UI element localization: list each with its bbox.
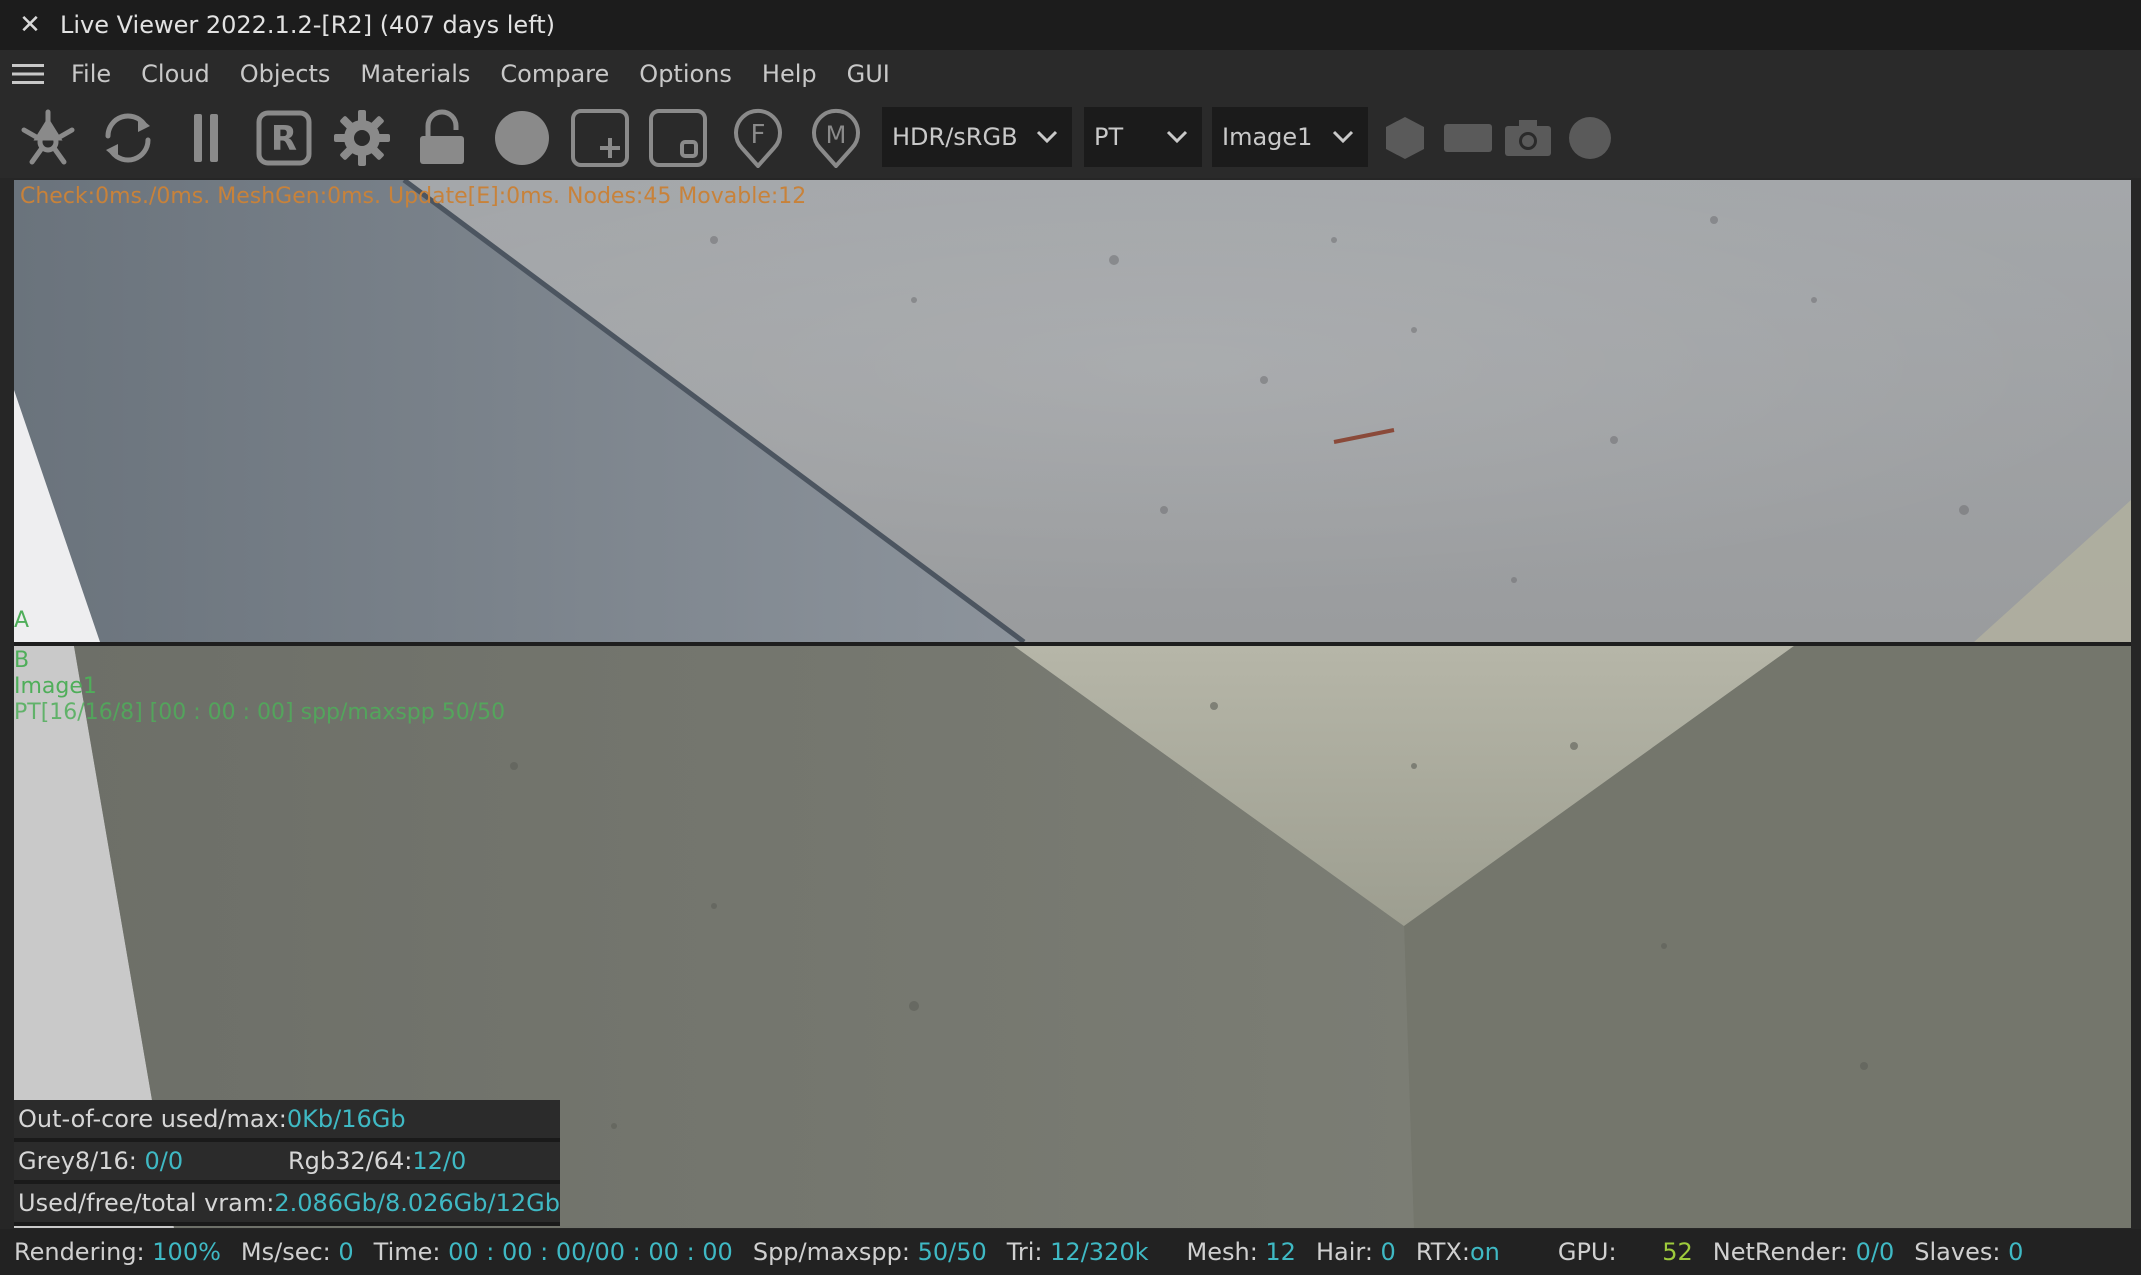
chevron-down-icon xyxy=(1332,130,1354,144)
menu-help[interactable]: Help xyxy=(747,60,832,88)
time-value: 00 : 00 : 00/00 : 00 : 00 xyxy=(448,1238,733,1266)
image-dropdown[interactable]: Image1 xyxy=(1212,107,1368,167)
rgb-value: 12/0 xyxy=(412,1147,467,1175)
image-label: Image1 xyxy=(14,674,97,699)
menu-materials[interactable]: Materials xyxy=(345,60,485,88)
gpu-label: GPU: xyxy=(1557,1238,1625,1266)
region-render-icon[interactable]: R xyxy=(252,108,316,168)
hamburger-menu-icon[interactable] xyxy=(0,62,56,86)
menu-options[interactable]: Options xyxy=(624,60,747,88)
out-of-core-label: Out-of-core used/max: xyxy=(18,1105,287,1133)
rectangle-icon[interactable] xyxy=(1440,108,1496,168)
chevron-down-icon xyxy=(1036,130,1058,144)
status-gpu: GPU: 52 xyxy=(1558,1238,1693,1266)
toolbar: R F M HDR/sRGB PT Image1 xyxy=(0,98,2141,178)
status-hair: Hair: 0 xyxy=(1316,1238,1396,1266)
pane-a-label: A xyxy=(14,608,30,633)
circle-icon[interactable] xyxy=(1564,108,1616,168)
lock-icon[interactable] xyxy=(410,108,474,168)
texture-count-row: Grey8/16: 0/0 Rgb32/64: 12/0 xyxy=(14,1142,560,1184)
rtx-label: RTX: xyxy=(1415,1238,1470,1266)
status-rtx: RTX:on xyxy=(1416,1238,1500,1266)
mesh-value: 12 xyxy=(1265,1238,1296,1266)
vram-value: 2.086Gb/8.026Gb/12Gb xyxy=(274,1189,560,1217)
netrender-label: NetRender: xyxy=(1712,1238,1856,1266)
grey-label: Grey8/16: xyxy=(18,1147,145,1175)
image-value: Image1 xyxy=(1222,123,1313,151)
menu-objects[interactable]: Objects xyxy=(225,60,346,88)
mesh-label: Mesh: xyxy=(1186,1238,1266,1266)
tri-label: Tri: xyxy=(1006,1238,1051,1266)
status-time: Time: 00 : 00 : 00/00 : 00 : 00 xyxy=(374,1238,733,1266)
menu-compare[interactable]: Compare xyxy=(485,60,624,88)
restart-icon[interactable] xyxy=(96,108,160,168)
kernel-value: PT xyxy=(1094,123,1124,151)
material-ball-icon[interactable] xyxy=(490,108,554,168)
out-of-core-row: Out-of-core used/max: 0Kb/16Gb xyxy=(14,1100,560,1142)
status-spp: Spp/maxspp: 50/50 xyxy=(753,1238,987,1266)
add-compare-icon[interactable] xyxy=(568,108,632,168)
rendering-label: Rendering: xyxy=(14,1238,153,1266)
netrender-value: 0/0 xyxy=(1855,1238,1895,1266)
menu-gui[interactable]: GUI xyxy=(832,60,905,88)
time-label: Time: xyxy=(373,1238,449,1266)
status-rendering: Rendering: 100% xyxy=(14,1238,221,1266)
render-viewport[interactable]: Check:0ms./0ms. MeshGen:0ms. Update[E]:0… xyxy=(14,180,2131,1228)
kernel-dropdown[interactable]: PT xyxy=(1084,107,1202,167)
hair-label: Hair: xyxy=(1315,1238,1381,1266)
title-bar: ✕ Live Viewer 2022.1.2-[R2] (407 days le… xyxy=(0,0,2141,50)
status-slaves: Slaves: 0 xyxy=(1914,1238,2023,1266)
out-of-core-value: 0Kb/16Gb xyxy=(286,1105,406,1133)
svg-text:M: M xyxy=(826,121,847,149)
settings-gear-icon[interactable] xyxy=(330,108,394,168)
send-scene-icon[interactable] xyxy=(16,108,80,168)
rtx-value: on xyxy=(1469,1238,1500,1266)
hair-value: 0 xyxy=(1380,1238,1396,1266)
chevron-down-icon xyxy=(1166,130,1188,144)
status-mesh: Mesh: 12 xyxy=(1187,1238,1296,1266)
vram-row: Used/free/total vram: 2.086Gb/8.026Gb/12… xyxy=(14,1184,560,1226)
compare-pane-a: Check:0ms./0ms. MeshGen:0ms. Update[E]:0… xyxy=(14,180,2131,642)
status-ms: Ms/sec: 0 xyxy=(241,1238,354,1266)
pane-b-label: B xyxy=(14,648,30,673)
camera-icon[interactable] xyxy=(1502,108,1554,168)
spp-value: 50/50 xyxy=(917,1238,987,1266)
menu-bar: File Cloud Objects Materials Compare Opt… xyxy=(0,50,2141,98)
color-space-value: HDR/sRGB xyxy=(892,123,1018,151)
focus-picker-icon[interactable]: F xyxy=(726,108,790,168)
ms-value: 0 xyxy=(338,1238,354,1266)
material-picker-icon[interactable]: M xyxy=(804,108,868,168)
gpu-value: 52 xyxy=(1662,1238,1693,1266)
color-space-dropdown[interactable]: HDR/sRGB xyxy=(882,107,1072,167)
menu-file[interactable]: File xyxy=(56,60,126,88)
check-stats-text: Check:0ms./0ms. MeshGen:0ms. Update[E]:0… xyxy=(20,184,807,209)
ms-label: Ms/sec: xyxy=(240,1238,339,1266)
tri-value: 12/320k xyxy=(1050,1238,1149,1266)
menu-cloud[interactable]: Cloud xyxy=(126,60,225,88)
status-bar: Rendering: 100% Ms/sec: 0 Time: 00 : 00 … xyxy=(0,1229,2141,1275)
status-tri: Tri: 12/320k xyxy=(1007,1238,1149,1266)
close-icon[interactable]: ✕ xyxy=(0,10,60,40)
rgb-label: Rgb32/64: xyxy=(288,1147,413,1175)
memory-stats-panel: Out-of-core used/max: 0Kb/16Gb Grey8/16: … xyxy=(14,1100,560,1226)
rendering-value: 100% xyxy=(152,1238,221,1266)
save-compare-icon[interactable] xyxy=(646,108,710,168)
render-info-text: PT[16/16/8] [00 : 00 : 00] spp/maxspp 50… xyxy=(14,700,506,725)
slaves-value: 0 xyxy=(2008,1238,2024,1266)
slaves-label: Slaves: xyxy=(1914,1238,2009,1266)
status-netrender: NetRender: 0/0 xyxy=(1713,1238,1895,1266)
vram-label: Used/free/total vram: xyxy=(18,1189,275,1217)
render-image-a xyxy=(14,180,2131,642)
svg-text:F: F xyxy=(751,120,766,150)
hexagon-icon[interactable] xyxy=(1380,108,1430,168)
svg-text:R: R xyxy=(271,119,297,159)
pause-icon[interactable] xyxy=(174,108,238,168)
spp-label: Spp/maxspp: xyxy=(752,1238,918,1266)
window-title: Live Viewer 2022.1.2-[R2] (407 days left… xyxy=(60,11,555,39)
grey-value: 0/0 xyxy=(144,1147,184,1175)
